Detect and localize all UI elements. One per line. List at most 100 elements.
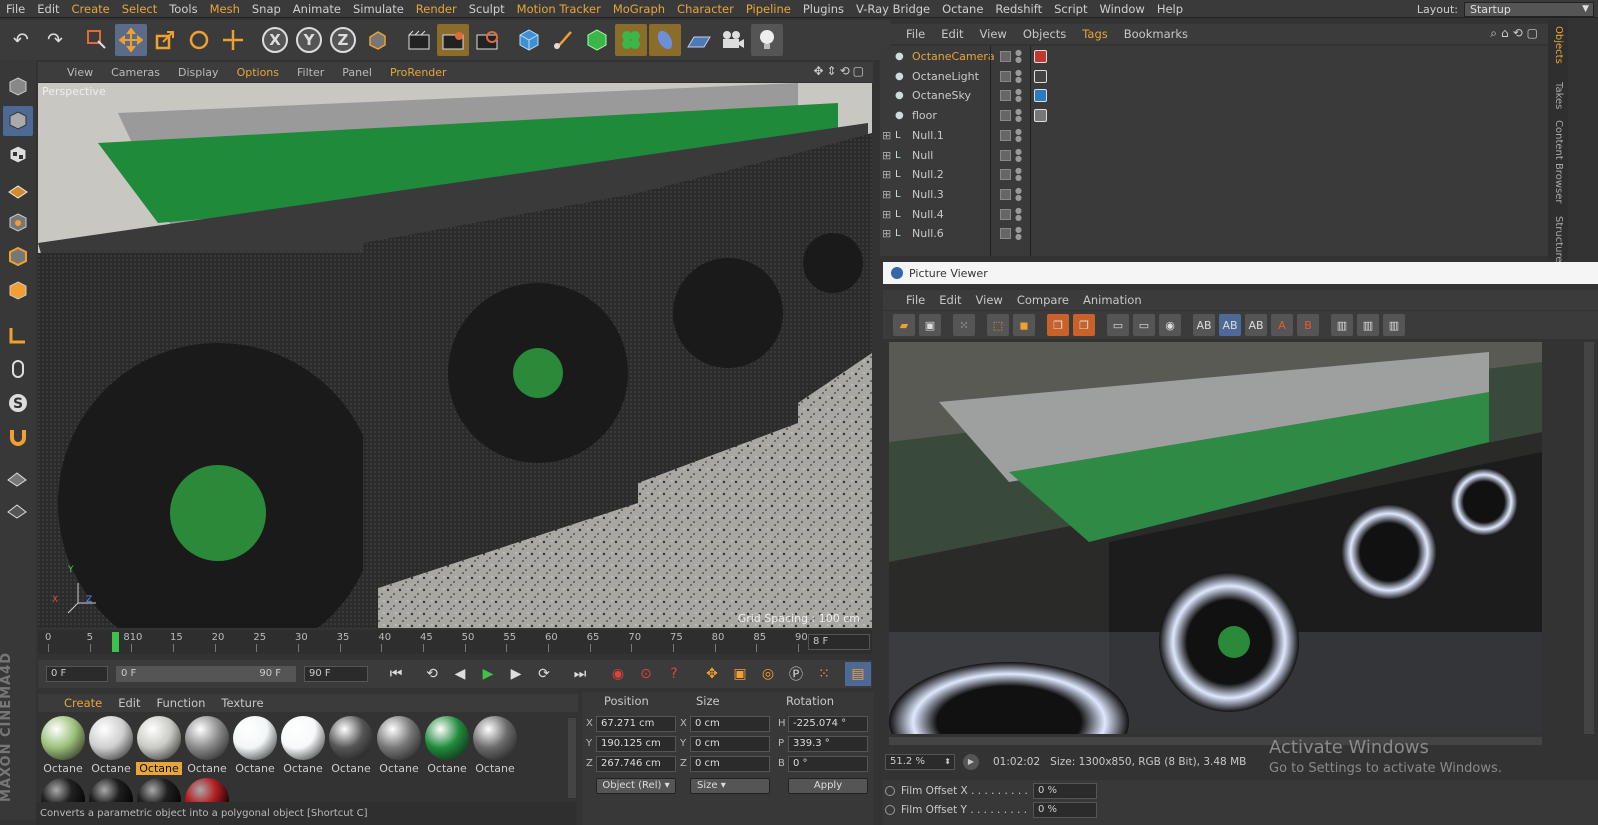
parameter-key-icon[interactable]: Ⓟ (783, 662, 809, 686)
autokeying-icon[interactable]: ⊙ (633, 662, 659, 686)
picture-viewer-menu-animation[interactable]: Animation (1076, 293, 1149, 307)
save-icon[interactable]: ▣ (919, 314, 941, 336)
visibility-dots[interactable]: ● ● (1015, 49, 1022, 64)
region-render-icon[interactable]: ⬚ (987, 314, 1009, 336)
object-menu-file[interactable]: File (898, 27, 933, 41)
layer-color-swatch[interactable] (1000, 110, 1011, 122)
render-window-icon[interactable]: ▭ (1107, 314, 1129, 336)
viewport-menu-view[interactable]: View (58, 66, 102, 79)
layer-color-swatch[interactable] (1000, 90, 1011, 102)
menu-mograph[interactable]: MoGraph (607, 0, 671, 18)
menu-edit[interactable]: Edit (31, 0, 65, 18)
expand-icon[interactable]: ⊞ (882, 165, 891, 184)
coordinate-system-icon[interactable] (361, 24, 393, 56)
menu-select[interactable]: Select (116, 0, 163, 18)
layer-color-swatch[interactable] (1000, 208, 1011, 220)
menu-character[interactable]: Character (671, 0, 740, 18)
position-key-icon[interactable]: ✥ (699, 662, 725, 686)
viewport-menu-options[interactable]: Options (228, 66, 288, 79)
size-field[interactable]: 0 cm (690, 736, 770, 752)
polygons-mode-icon[interactable] (3, 276, 33, 306)
render-view-icon[interactable] (403, 24, 435, 56)
menu-window[interactable]: Window (1093, 0, 1150, 18)
size-field[interactable]: 0 cm (690, 716, 770, 732)
viewport-menu-filter[interactable]: Filter (288, 66, 333, 79)
set-a-icon[interactable]: A (1271, 314, 1293, 336)
visibility-dots[interactable]: ● ● (1015, 186, 1022, 201)
menu-octane[interactable]: Octane (936, 0, 989, 18)
live-selection-icon[interactable] (81, 24, 113, 56)
layer-color-swatch[interactable] (1000, 169, 1011, 181)
visibility-dots[interactable]: ● ● (1015, 127, 1022, 142)
menu-render[interactable]: Render (410, 0, 463, 18)
menu-plugins[interactable]: Plugins (797, 0, 850, 18)
object-menu-tags[interactable]: Tags (1074, 27, 1115, 41)
menu-pipeline[interactable]: Pipeline (740, 0, 797, 18)
layer-color-swatch[interactable] (1000, 70, 1011, 82)
texture-mode-icon[interactable] (3, 140, 33, 170)
film-offset-y-radio[interactable] (885, 805, 895, 815)
position-field[interactable]: 190.125 cm (596, 736, 676, 752)
object-row[interactable]: ● OctaneSky ● ● (880, 86, 1548, 105)
picture-viewer-menu-edit[interactable]: Edit (932, 293, 968, 307)
model-mode-icon[interactable] (3, 106, 33, 136)
expand-icon[interactable]: ⊞ (882, 224, 891, 243)
expand-icon[interactable]: ⊞ (882, 205, 891, 224)
frame-range-slider[interactable]: 0 F 90 F (116, 666, 296, 682)
object-row[interactable]: ⊞ L Null.4 ● ● (880, 205, 1548, 224)
viewport-menu-cameras[interactable]: Cameras (102, 66, 169, 79)
material-swatch[interactable]: Octane (136, 716, 182, 775)
rotation-key-icon[interactable]: ◎ (755, 662, 781, 686)
end-frame-field[interactable]: 90 F (304, 666, 368, 682)
position-field[interactable]: 267.746 cm (596, 756, 676, 772)
floor-icon[interactable] (683, 24, 715, 56)
visibility-dots[interactable]: ● ● (1015, 206, 1022, 221)
subdivision-icon[interactable] (581, 24, 613, 56)
go-to-end-icon[interactable]: ⏭ (567, 662, 593, 686)
picture-viewer-scrollbar[interactable] (1584, 342, 1594, 734)
record-keys-icon[interactable]: ◉ (605, 662, 631, 686)
menu-animate[interactable]: Animate (287, 0, 347, 18)
3d-viewport[interactable]: Perspective Y X Z Grid Spacing : 100 cm (38, 83, 872, 628)
move-icon[interactable] (115, 24, 147, 56)
locked-workplane-icon[interactable] (3, 462, 33, 492)
visibility-dots[interactable]: ● ● (1015, 68, 1022, 83)
menu-v-ray-bridge[interactable]: V-Ray Bridge (850, 0, 936, 18)
split-view-2-icon[interactable]: ▥ (1357, 314, 1379, 336)
object-row[interactable]: ⊞ L Null.1 ● ● (880, 126, 1548, 145)
magnet-icon[interactable] (3, 422, 33, 452)
octane-tag-icon[interactable] (1034, 109, 1047, 123)
camera-icon[interactable] (717, 24, 749, 56)
layer-color-swatch[interactable] (1000, 228, 1011, 240)
visibility-dots[interactable]: ● ● (1015, 167, 1022, 182)
material-swatch[interactable]: Octane (184, 716, 230, 775)
position-field[interactable]: 67.271 cm (596, 716, 676, 732)
keyframe-selection-icon[interactable]: ? (661, 662, 687, 686)
set-b-icon[interactable]: B (1297, 314, 1319, 336)
menu-simulate[interactable]: Simulate (347, 0, 410, 18)
material-swatch[interactable]: Octane (424, 716, 470, 775)
material-swatch[interactable]: Octane (280, 716, 326, 775)
split-view-3-icon[interactable]: ▥ (1383, 314, 1405, 336)
object-manager-search-icons[interactable]: ⌕⌂⟲▢ (1490, 26, 1542, 41)
film-offset-x-field[interactable]: 0 % (1033, 783, 1097, 799)
edit-render-settings-icon[interactable] (471, 24, 503, 56)
ab-compare-icon[interactable]: AB (1193, 314, 1215, 336)
snap-icon[interactable]: S (3, 388, 33, 418)
tweak-mode-icon[interactable] (3, 354, 33, 384)
material-swatch[interactable]: Octane (472, 716, 518, 775)
layer-color-swatch[interactable] (1000, 51, 1011, 62)
menu-script[interactable]: Script (1048, 0, 1093, 18)
deformer-icon[interactable] (649, 24, 681, 56)
side-tab-structure[interactable]: Structure (1553, 216, 1564, 263)
expand-icon[interactable]: ⊞ (882, 146, 891, 165)
menu-tools[interactable]: Tools (163, 0, 203, 18)
render-ipr-icon[interactable]: ◉ (1159, 314, 1181, 336)
material-swatch[interactable]: Octane (328, 716, 374, 775)
paste-icon[interactable]: ❐ (1073, 314, 1095, 336)
object-row[interactable]: ⊞ L Null.3 ● ● (880, 185, 1548, 204)
y-axis-icon[interactable]: Y (293, 24, 325, 56)
timeline[interactable]: 0 5 810 15 20 25 30 35 40 45 50 55 60 65 70 75 80 85 90 8 … (38, 630, 872, 654)
material-scrollbar[interactable] (568, 718, 576, 798)
visibility-dots[interactable]: ● ● (1015, 88, 1022, 103)
